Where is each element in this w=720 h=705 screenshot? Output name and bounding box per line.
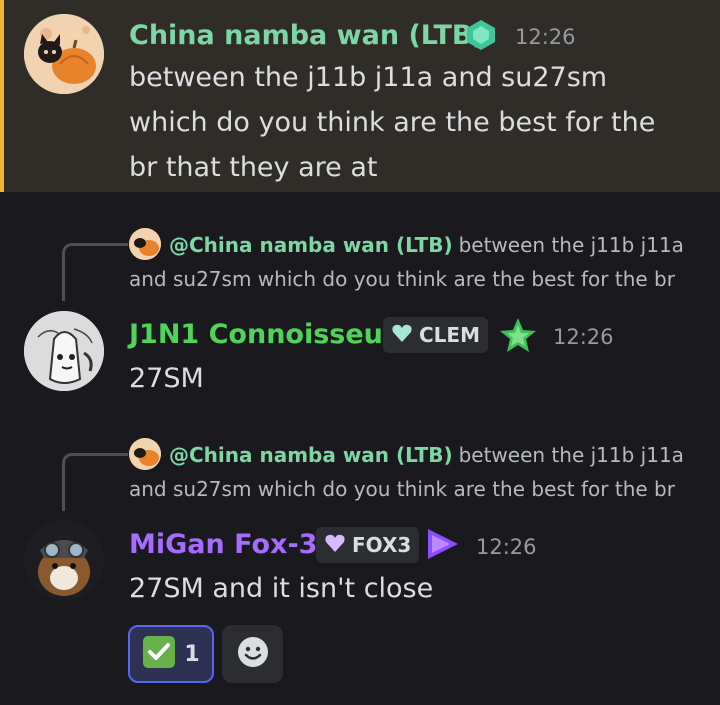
guild-tag[interactable]: FOX3 <box>316 527 420 563</box>
add-reaction-button[interactable] <box>222 625 283 683</box>
guinea-pig-pilot-avatar[interactable] <box>24 520 104 600</box>
message-content: 27SM <box>129 363 204 394</box>
pumpkin-cat-avatar[interactable] <box>24 14 104 94</box>
reaction-count: 1 <box>184 641 200 667</box>
reply-connector <box>62 243 128 301</box>
message-timestamp: 12:26 <box>515 25 576 49</box>
message-timestamp: 12:26 <box>476 535 537 559</box>
emerald-gem-icon <box>464 18 498 52</box>
reply-mention[interactable]: @China namba wan (LTB) <box>169 443 453 467</box>
anime-sketch-avatar[interactable] <box>24 311 104 391</box>
message-content: 27SM and it isn't close <box>129 573 434 604</box>
reply-preview[interactable]: @China namba wan (LTB) between the j11b j… <box>129 438 689 506</box>
reply-mention[interactable]: @China namba wan (LTB) <box>169 233 453 257</box>
author-name[interactable]: MiGan Fox-3 <box>129 528 317 562</box>
reaction-check[interactable]: 1 <box>128 625 214 683</box>
heart-gem-icon <box>391 323 413 348</box>
guild-tag[interactable]: CLEM <box>383 317 488 353</box>
heart-gem-icon <box>324 533 346 558</box>
purple-play-icon <box>424 526 460 562</box>
author-name[interactable]: J1N1 Connoisseur <box>129 318 396 352</box>
check-mark-icon <box>142 635 176 673</box>
smiley-face-icon <box>236 635 270 673</box>
author-name[interactable]: China namba wan (LTB) <box>129 19 485 53</box>
reply-connector <box>62 453 128 511</box>
guild-tag-label: FOX3 <box>352 533 412 557</box>
reply-preview[interactable]: @China namba wan (LTB) between the j11b j… <box>129 228 689 296</box>
guild-tag-label: CLEM <box>419 323 480 347</box>
message-content: between the j11b j11a and su27sm which d… <box>129 62 656 183</box>
message-timestamp: 12:26 <box>553 325 614 349</box>
green-star-icon <box>499 316 537 354</box>
